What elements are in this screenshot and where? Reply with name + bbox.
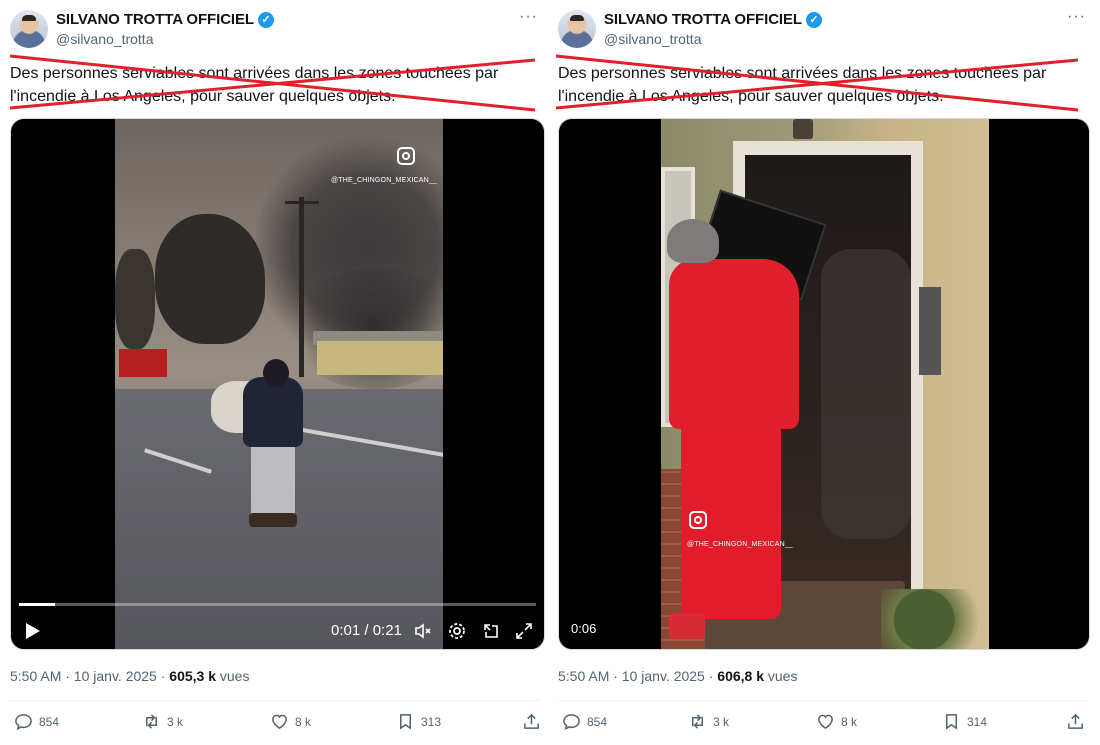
more-options-icon[interactable]: ··· [1067, 8, 1086, 26]
video-progress-fill [19, 603, 56, 606]
video-player[interactable]: @THE_CHINGON_MEXICAN__ 0:06 [558, 118, 1090, 650]
bookmark-icon [945, 714, 958, 730]
bookmark-count: 313 [421, 714, 442, 729]
bookmark-button[interactable]: 314 [942, 712, 987, 731]
tweet-meta: 5:50 AM · 10 janv. 2025 · 606,8 k vues [558, 668, 797, 684]
author-handle[interactable]: @silvano_trotta [604, 31, 701, 47]
action-bar: 854 3 k 8 k 313 [10, 712, 540, 734]
timestamp[interactable]: 5:50 AM · 10 janv. 2025 · [10, 668, 169, 684]
divider [10, 700, 540, 701]
tweet-meta: 5:50 AM · 10 janv. 2025 · 605,3 k vues [10, 668, 249, 684]
avatar[interactable] [10, 10, 48, 48]
video-player[interactable]: @THE_CHINGON_MEXICAN__ 0:01 / 0:21 [10, 118, 545, 650]
author-handle[interactable]: @silvano_trotta [56, 31, 153, 47]
tweet-left: SILVANO TROTTA OFFICIEL ✓ @silvano_trott… [0, 0, 548, 745]
repost-button[interactable]: 3 k [688, 712, 729, 731]
tweet-text: Des personnes serviables sont arrivées d… [10, 65, 499, 105]
author-name[interactable]: SILVANO TROTTA OFFICIEL [604, 11, 802, 28]
like-button[interactable]: 8 k [816, 712, 857, 731]
reply-count: 854 [39, 714, 60, 729]
views-label: vues [216, 668, 250, 684]
fullscreen-icon[interactable] [514, 621, 534, 641]
video-time-badge: 0:06 [571, 621, 597, 636]
share-button[interactable] [1066, 712, 1085, 731]
bookmark-count: 314 [967, 714, 988, 729]
action-bar: 854 3 k 8 k 314 [558, 712, 1088, 734]
tweet-right: SILVANO TROTTA OFFICIEL ✓ @silvano_trott… [548, 0, 1096, 745]
bookmark-icon [399, 714, 412, 730]
instagram-icon [689, 511, 707, 529]
heart-icon [818, 714, 833, 730]
dock-icon[interactable] [481, 621, 501, 641]
video-progress-bar[interactable] [19, 603, 536, 606]
mute-icon[interactable] [413, 621, 433, 641]
video-watermark: @THE_CHINGON_MEXICAN__ [331, 177, 438, 184]
author-row: SILVANO TROTTA OFFICIEL ✓ [56, 11, 274, 28]
play-icon[interactable] [25, 622, 41, 640]
instagram-icon [397, 147, 415, 165]
divider [558, 700, 1088, 701]
video-watermark: @THE_CHINGON_MEXICAN__ [687, 541, 794, 548]
views-label: vues [764, 668, 798, 684]
avatar[interactable] [558, 10, 596, 48]
reply-icon [563, 714, 580, 731]
author-name[interactable]: SILVANO TROTTA OFFICIEL [56, 11, 254, 28]
repost-count: 3 k [713, 714, 730, 729]
reply-count: 854 [587, 714, 608, 729]
author-row: SILVANO TROTTA OFFICIEL ✓ [604, 11, 822, 28]
video-frame: @THE_CHINGON_MEXICAN__ [661, 119, 989, 649]
share-icon [1068, 713, 1083, 729]
heart-icon [272, 714, 287, 730]
like-count: 8 k [841, 714, 858, 729]
like-button[interactable]: 8 k [270, 712, 311, 731]
bookmark-button[interactable]: 313 [396, 712, 441, 731]
like-count: 8 k [295, 714, 312, 729]
video-frame: @THE_CHINGON_MEXICAN__ [115, 119, 443, 649]
tweet-text: Des personnes serviables sont arrivées d… [558, 65, 1047, 105]
reply-icon [15, 714, 32, 731]
repost-button[interactable]: 3 k [142, 712, 183, 731]
repost-icon [691, 714, 704, 729]
share-button[interactable] [522, 712, 541, 731]
verified-badge-icon: ✓ [257, 11, 274, 28]
share-icon [524, 713, 539, 729]
views-count: 606,8 k [717, 668, 764, 684]
settings-icon[interactable] [447, 621, 467, 641]
verified-badge-icon: ✓ [805, 11, 822, 28]
views-count: 605,3 k [169, 668, 216, 684]
more-options-icon[interactable]: ··· [519, 8, 538, 26]
reply-button[interactable]: 854 [14, 712, 59, 731]
video-time-display: 0:01 / 0:21 [331, 622, 402, 639]
timestamp[interactable]: 5:50 AM · 10 janv. 2025 · [558, 668, 717, 684]
reply-button[interactable]: 854 [562, 712, 607, 731]
repost-count: 3 k [167, 714, 184, 729]
repost-icon [145, 714, 158, 729]
